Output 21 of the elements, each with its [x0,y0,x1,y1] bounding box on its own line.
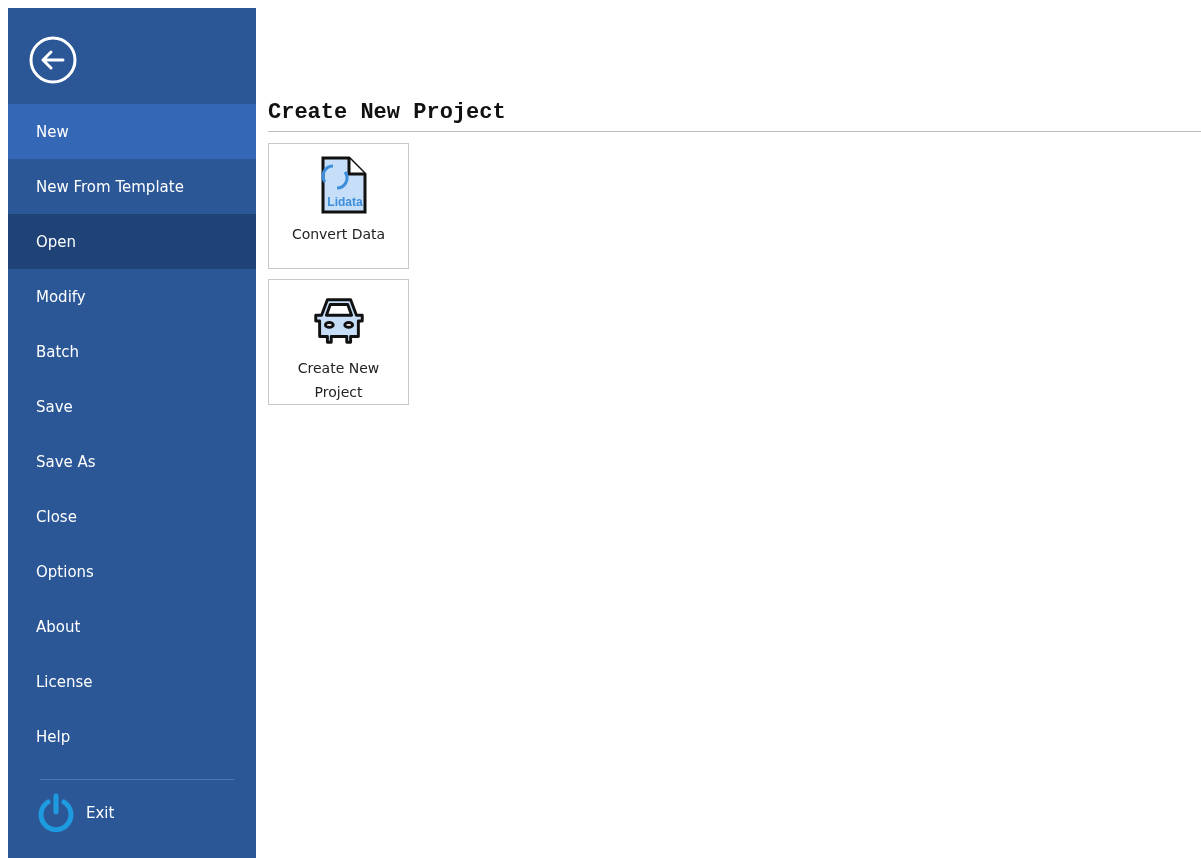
menu-item[interactable]: Batch [8,324,256,379]
project-tile[interactable]: Lidata Convert Data [268,143,409,269]
menu-item[interactable]: Close [8,489,256,544]
menu-item[interactable]: License [8,654,256,709]
back-button[interactable] [28,35,78,85]
tile-label: Create New Project [296,359,381,402]
project-tile[interactable]: Create New Project [268,279,409,405]
menu-item[interactable]: New [8,104,256,159]
menu-item[interactable]: Modify [8,269,256,324]
menu-item[interactable]: About [8,599,256,654]
exit-button[interactable]: Exit [36,793,115,833]
power-icon [36,793,76,833]
menu-item[interactable]: New From Template [8,159,256,214]
page-title: Create New Project [268,100,1201,132]
menu-item[interactable]: Help [8,709,256,764]
menu-item[interactable]: Open [8,214,256,269]
menu-item[interactable]: Options [8,544,256,599]
menu-item[interactable]: Save As [8,434,256,489]
tile-label: Convert Data [291,225,386,244]
exit-label: Exit [86,804,115,822]
menu-item[interactable]: Save [8,379,256,434]
